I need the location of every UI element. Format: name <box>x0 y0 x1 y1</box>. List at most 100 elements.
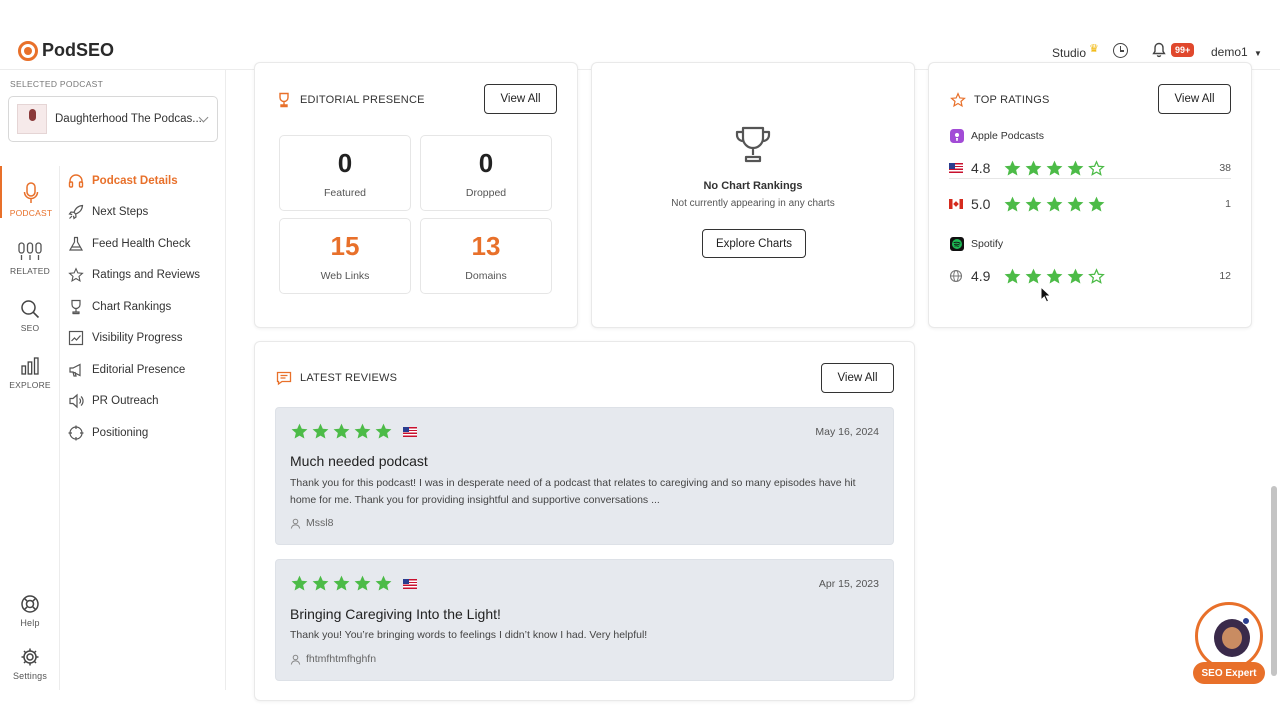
stat-label: Featured <box>323 187 367 199</box>
user-name: demo1 <box>1211 45 1248 59</box>
stat-featured: 0 Featured <box>279 135 411 211</box>
platform-label: Spotify <box>971 238 1004 250</box>
nav-item-chart-rankings[interactable]: Chart Rankings <box>68 297 171 317</box>
lifebuoy-icon <box>21 595 39 613</box>
card-title-text: LATEST REVIEWS <box>300 372 398 384</box>
top-ratings-title: TOP RATINGS <box>950 92 1050 108</box>
stat-value: 0 <box>478 148 494 178</box>
card-title-text: TOP RATINGS <box>974 94 1050 106</box>
user-icon <box>290 518 301 529</box>
star-filled-icon <box>1024 195 1043 214</box>
spotify-header: Spotify <box>950 237 1003 251</box>
rating-count: 12 <box>1219 270 1231 282</box>
stat-web-links[interactable]: 15 Web Links <box>279 218 411 294</box>
studio-link[interactable]: Studio ♛ <box>1052 43 1099 60</box>
nav-item-ratings-and-reviews[interactable]: Ratings and Reviews <box>68 265 200 285</box>
divider <box>949 178 1231 179</box>
rail-item-related[interactable]: RELATED <box>0 224 60 276</box>
card-title-text: EDITORIAL PRESENCE <box>300 94 425 106</box>
star-filled-icon <box>1024 159 1043 178</box>
rating-value: 5.0 <box>971 196 991 212</box>
rocket-icon <box>68 204 84 220</box>
nav-item-editorial-presence[interactable]: Editorial Presence <box>68 360 185 380</box>
review-card: Apr 15, 2023 Bringing Caregiving Into th… <box>275 559 894 681</box>
caret-down-icon: ▼ <box>1254 49 1262 58</box>
settings-button[interactable]: Settings <box>0 629 60 681</box>
page-scrollbar[interactable] <box>1271 486 1277 676</box>
nav-label: Visibility Progress <box>92 332 183 344</box>
bar-chart-icon <box>21 357 39 375</box>
notification-badge[interactable]: 99+ <box>1171 43 1195 57</box>
podcast-selector[interactable]: Daughterhood The Podcas... <box>8 96 218 142</box>
rating-stars <box>1003 267 1106 286</box>
rating-count: 38 <box>1219 162 1231 174</box>
top-bar: PodSEO Studio ♛ 99+ demo1 ▼ <box>0 0 1280 70</box>
nav-item-positioning[interactable]: Positioning <box>68 423 148 443</box>
nav-item-podcast-details[interactable]: Podcast Details <box>68 171 178 191</box>
stat-label: Domains <box>465 270 507 282</box>
trophy-icon <box>735 126 771 163</box>
rail-label: PODCAST <box>9 208 53 218</box>
podcast-cover-image <box>17 104 47 134</box>
nav-item-pr-outreach[interactable]: PR Outreach <box>68 391 158 411</box>
help-button[interactable]: Help <box>0 576 60 628</box>
review-date: May 16, 2024 <box>815 426 879 438</box>
section-rail: PODCAST RELATED SEO EXPLORE Help Setting… <box>0 166 60 690</box>
user-menu[interactable]: demo1 ▼ <box>1211 45 1262 59</box>
app-logo[interactable]: PodSEO <box>18 40 114 61</box>
trophy-icon <box>71 299 81 315</box>
seo-expert-label: SEO Expert <box>1193 662 1265 684</box>
no-chart-rankings-title: No Chart Rankings <box>703 180 803 192</box>
editorial-presence-card: EDITORIAL PRESENCE View All 0 Featured 0… <box>254 62 578 328</box>
nav-item-next-steps[interactable]: Next Steps <box>68 202 148 222</box>
star-filled-icon <box>290 574 309 593</box>
headphones-icon <box>68 174 84 188</box>
bell-icon[interactable] <box>1152 42 1166 58</box>
logo-target-icon <box>18 40 38 61</box>
stat-value: 15 <box>330 231 360 261</box>
rail-item-seo[interactable]: SEO <box>0 281 60 333</box>
nav-label: Editorial Presence <box>92 364 186 376</box>
clock-icon[interactable] <box>1113 43 1128 58</box>
review-title: Much needed podcast <box>290 453 428 469</box>
star-filled-icon <box>1045 267 1064 286</box>
ratings-view-all-button[interactable]: View All <box>1158 84 1231 114</box>
star-filled-icon <box>1003 267 1022 286</box>
reviews-view-all-button[interactable]: View All <box>821 363 894 393</box>
studio-label: Studio <box>1052 46 1087 60</box>
star-filled-icon <box>353 574 372 593</box>
platform-label: Apple Podcasts <box>971 130 1044 142</box>
nav-label: Chart Rankings <box>92 301 172 313</box>
review-body: Thank you for this podcast! I was in des… <box>290 477 856 506</box>
star-filled-icon <box>374 422 393 441</box>
online-dot <box>1242 617 1250 625</box>
spotify-icon <box>950 237 964 251</box>
nav-label: Next Steps <box>92 206 149 218</box>
nav-label: Feed Health Check <box>92 238 191 250</box>
rail-label: EXPLORE <box>9 380 51 390</box>
star-filled-icon <box>1066 159 1085 178</box>
star-filled-icon <box>374 574 393 593</box>
gear-icon <box>21 648 39 666</box>
settings-label: Settings <box>12 671 48 681</box>
rail-item-explore[interactable]: EXPLORE <box>0 338 60 390</box>
microphone-icon <box>23 182 39 203</box>
stat-label: Web Links <box>320 270 370 282</box>
nav-item-visibility-progress[interactable]: Visibility Progress <box>68 328 183 348</box>
rail-item-podcast[interactable]: PODCAST <box>0 166 60 218</box>
seo-expert-widget[interactable]: SEO Expert <box>1193 602 1265 684</box>
star-filled-icon <box>311 422 330 441</box>
star-filled-icon <box>1066 267 1085 286</box>
editorial-view-all-button[interactable]: View All <box>484 84 557 114</box>
latest-reviews-card: LATEST REVIEWS View All May 16, 2024 Muc… <box>254 341 915 701</box>
star-outline-icon <box>1087 159 1106 178</box>
editorial-presence-title: EDITORIAL PRESENCE <box>276 92 425 108</box>
explore-charts-button[interactable]: Explore Charts <box>702 229 806 258</box>
stat-domains[interactable]: 13 Domains <box>420 218 552 294</box>
flask-icon <box>68 236 84 251</box>
nav-item-feed-health-check[interactable]: Feed Health Check <box>68 234 190 254</box>
nav-label: Podcast Details <box>92 175 178 187</box>
mouse-cursor-icon <box>1040 286 1052 303</box>
canada-flag-icon <box>949 199 963 209</box>
nav-label: PR Outreach <box>92 395 159 407</box>
